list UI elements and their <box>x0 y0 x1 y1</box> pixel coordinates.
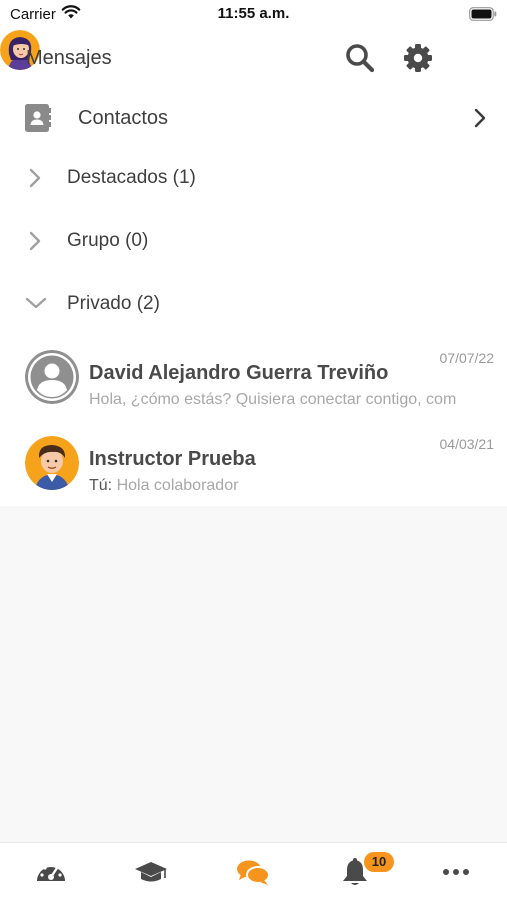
message-preview-text: Hola, ¿cómo estás? Quisiera conectar con… <box>89 391 457 408</box>
search-button[interactable] <box>342 40 378 76</box>
group-label: Destacados (1) <box>67 167 196 188</box>
conversation-name: David Alejandro Guerra Treviño <box>89 362 389 384</box>
chat-bubbles-icon <box>237 860 270 885</box>
settings-button[interactable] <box>400 40 436 76</box>
graduation-cap-icon <box>135 862 167 882</box>
tab-dashboard[interactable] <box>31 855 71 889</box>
group-row-destacados[interactable]: Destacados (1) <box>0 148 507 208</box>
chevron-right-icon <box>28 168 42 193</box>
search-icon <box>346 44 375 73</box>
gear-icon <box>404 44 432 72</box>
dashboard-icon <box>37 863 65 881</box>
bottom-tab-bar <box>0 842 507 900</box>
address-book-icon <box>25 104 51 137</box>
contacts-row[interactable]: Contactos <box>0 88 507 148</box>
group-row-grupo[interactable]: Grupo (0) <box>0 211 507 271</box>
tab-courses[interactable] <box>131 855 171 889</box>
default-user-avatar <box>25 350 79 404</box>
page-title: Mensajes <box>26 47 112 69</box>
tab-more[interactable] <box>436 855 476 889</box>
message-preview-text: Hola colaborador <box>116 477 239 494</box>
battery-icon <box>469 7 497 26</box>
sender-prefix: Tú: <box>89 477 113 494</box>
group-label: Privado (2) <box>67 293 160 314</box>
clock: 11:55 a.m. <box>217 5 290 22</box>
conversation-row[interactable]: Instructor Prueba 04/03/21 Tú: Hola cola… <box>0 436 507 522</box>
chevron-right-icon <box>474 108 486 133</box>
conversation-preview: Hola, ¿cómo estás? Quisiera conectar con… <box>89 391 495 409</box>
chevron-down-icon <box>25 296 47 315</box>
messages-list: Contactos Destacados (1) Grupo (0) Priva… <box>0 88 507 506</box>
group-row-privado[interactable]: Privado (2) <box>0 274 507 334</box>
more-icon <box>443 869 469 875</box>
status-bar: Carrier 11:55 a.m. <box>0 0 507 30</box>
notifications-badge: 10 <box>364 852 394 872</box>
messages-screen: Carrier 11:55 a.m. Mensajes Contactos De… <box>0 0 507 900</box>
conversation-name: Instructor Prueba <box>89 448 256 470</box>
instructor-avatar <box>25 436 79 490</box>
app-header: Mensajes <box>0 30 507 88</box>
contacts-label: Contactos <box>78 107 169 129</box>
chevron-right-icon <box>28 231 42 256</box>
conversation-preview: Tú: Hola colaborador <box>89 477 495 495</box>
conversation-row[interactable]: David Alejandro Guerra Treviño 07/07/22 … <box>0 350 507 436</box>
conversation-date: 07/07/22 <box>439 350 495 366</box>
tab-messages[interactable] <box>233 855 273 889</box>
conversation-date: 04/03/21 <box>439 436 495 452</box>
group-label: Grupo (0) <box>67 230 149 251</box>
